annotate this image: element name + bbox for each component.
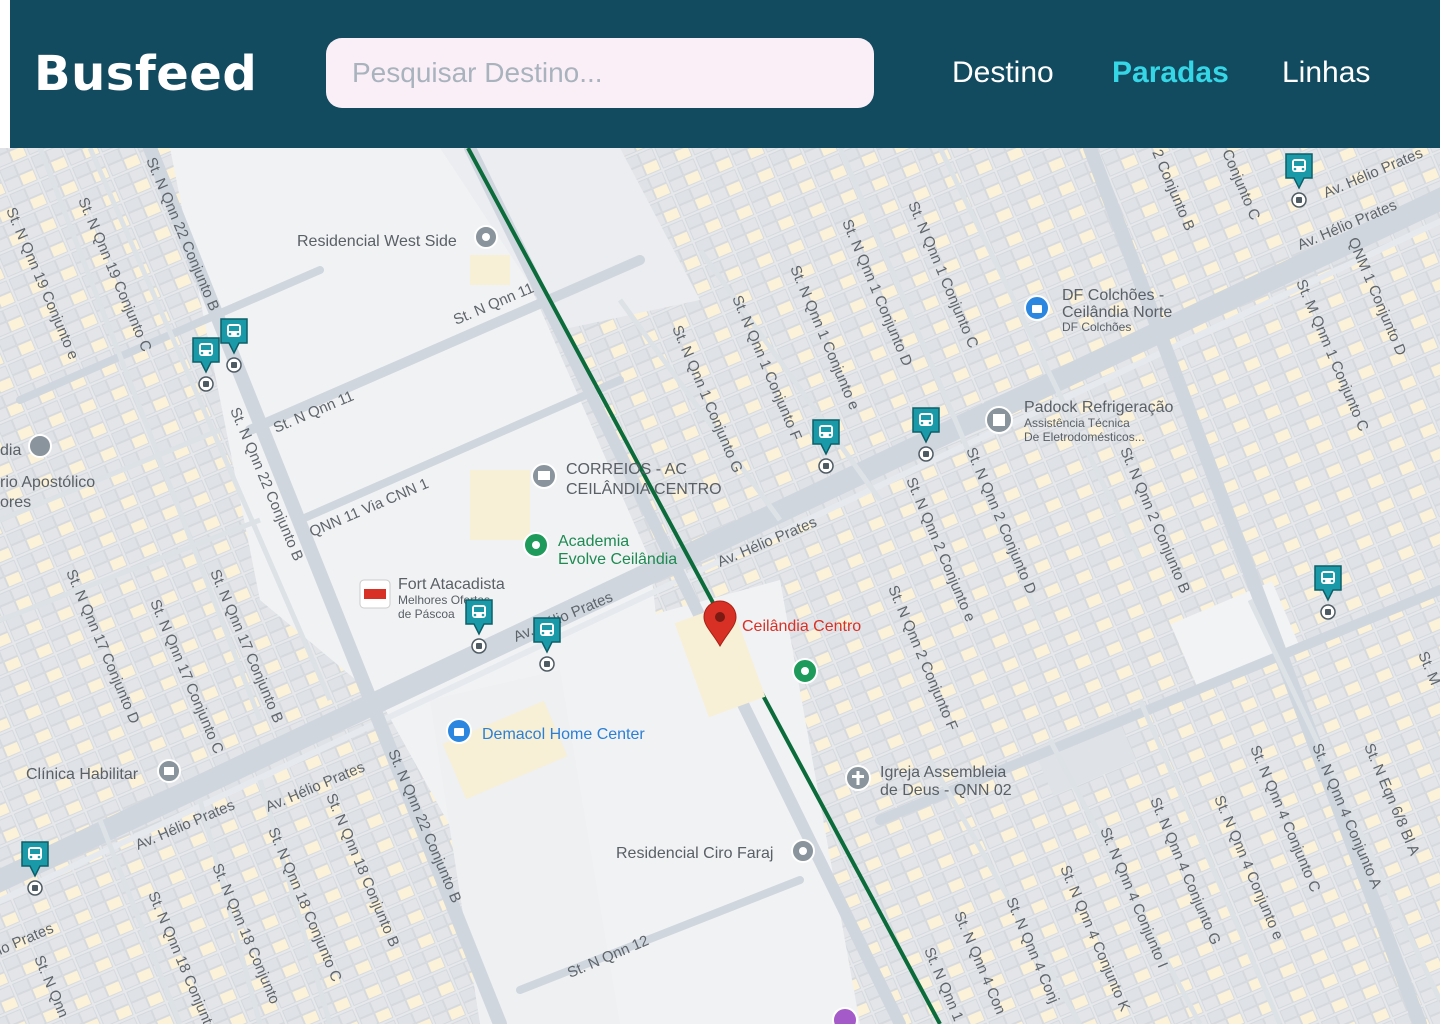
poi-label: DF Colchões - (1062, 287, 1164, 304)
map-canvas: St. N Qnn 11 St. N Qnn 11 QNN 11 Via CNN… (0, 148, 1440, 1024)
poi-label: Fort Atacadista (398, 576, 505, 593)
app-header: Busfeed Destino Paradas Linhas (10, 0, 1440, 148)
poi-label: De Eletrodomésticos... (1024, 430, 1145, 444)
poi-green-marker[interactable] (792, 658, 818, 684)
poi-label: rio Apostólico (0, 474, 95, 491)
poi-label: Residencial West Side (297, 233, 457, 250)
poi-label: Ceilândia Norte (1062, 304, 1172, 321)
nav-paradas[interactable]: Paradas (1112, 50, 1229, 96)
poi-purple-marker[interactable] (832, 1007, 858, 1024)
poi-label: CEILÂNDIA CENTRO (566, 479, 722, 498)
poi-label: Clínica Habilitar (26, 766, 139, 783)
poi-label: Demacol Home Center (482, 726, 645, 743)
poi-label: ores (0, 494, 31, 511)
map-view[interactable]: St. N Qnn 11 St. N Qnn 11 QNN 11 Via CNN… (0, 148, 1440, 1024)
place-icon (832, 1007, 858, 1024)
poi-label: DF Colchões (1062, 320, 1131, 334)
destination-label: Ceilândia Centro (742, 618, 861, 635)
nav-linhas[interactable]: Linhas (1282, 50, 1370, 96)
school-icon (28, 434, 52, 458)
poi-label: Igreja Assembleia (880, 764, 1006, 781)
search-destination-input[interactable] (326, 38, 874, 108)
poi-label: de Deus - QNN 02 (880, 782, 1012, 799)
poi-label: Padock Refrigeração (1024, 399, 1174, 416)
poi-label: Evolve Ceilândia (558, 551, 677, 568)
poi-label: de Páscoa (398, 607, 455, 621)
app-logo[interactable]: Busfeed (34, 38, 257, 110)
poi-label: CORREIOS - AC (566, 461, 687, 478)
poi-label: Academia (558, 533, 629, 550)
poi-label: Assistência Técnica (1024, 416, 1130, 430)
nav-destino[interactable]: Destino (952, 50, 1054, 96)
poi-label: dia (0, 442, 21, 459)
poi-label: Residencial Ciro Faraj (616, 845, 773, 862)
